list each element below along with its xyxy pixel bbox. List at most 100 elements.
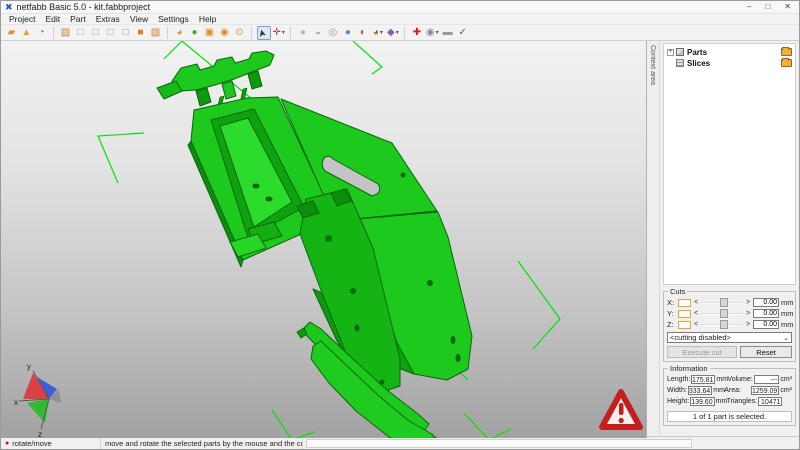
slider-increase-z[interactable]: > (745, 321, 751, 328)
menu-part[interactable]: Part (65, 14, 91, 25)
context-tab-label: Context area (649, 45, 656, 86)
add-part-button[interactable]: ✚ (410, 26, 424, 40)
select-tool-icon: ➤ (256, 27, 270, 39)
apply-repair-button[interactable]: ✓ (456, 26, 470, 40)
menu-settings[interactable]: Settings (153, 14, 194, 25)
menu-view[interactable]: View (125, 14, 153, 25)
slider-decrease-x[interactable]: < (693, 299, 699, 306)
menu-help[interactable]: Help (194, 14, 221, 25)
parts-icon (676, 48, 684, 56)
menu-project[interactable]: Project (4, 14, 40, 25)
shell-select-button[interactable]: ● (296, 26, 310, 40)
shading-mode-button[interactable]: ◕ ▾ (371, 26, 385, 40)
minimize-button[interactable]: – (747, 3, 751, 11)
slider-handle[interactable] (719, 298, 728, 307)
view-right-icon: □ (122, 26, 129, 38)
select-tool-button[interactable]: ➤ (256, 25, 271, 40)
open-folder-icon[interactable] (781, 47, 792, 56)
maximize-button[interactable]: □ (765, 3, 770, 11)
record-dot-icon: ● (5, 439, 10, 447)
menubar: Project Edit Part Extras View Settings Help (1, 14, 799, 25)
open-project-icon: ▰ (7, 26, 16, 38)
view-back-button[interactable]: □ (89, 26, 103, 40)
info-label-length: Length: (667, 376, 691, 383)
cut-plane-toggle-y[interactable] (678, 309, 691, 318)
remove-part-icon: ▬ (442, 26, 453, 38)
slider-increase-y[interactable]: > (745, 310, 751, 317)
axis-label-z: z (38, 430, 42, 437)
repair-part-icon: ▲ (21, 26, 32, 38)
platform-view-button[interactable]: ◔ (35, 26, 49, 40)
open-folder-icon[interactable] (781, 58, 792, 67)
measure-tool-icon: ◆ (387, 26, 395, 38)
view-front-button[interactable]: □ (74, 26, 88, 40)
3d-scene[interactable] (1, 41, 647, 438)
dropdown-arrow-icon[interactable]: ▾ (282, 29, 285, 36)
highlight-errors-button[interactable]: ◐ (356, 26, 370, 40)
cut-value-input-y[interactable] (753, 309, 779, 318)
information-rows: Length: 175.81 mm Volume: --- cm³ Width: 333.64… (667, 374, 792, 407)
cut-row-y: Y: < > mm (667, 308, 794, 319)
dropdown-arrow-icon[interactable]: ▾ (436, 29, 439, 36)
model-3d[interactable] (156, 50, 473, 438)
parts-tree: + Parts Slices (663, 43, 796, 285)
zoom-window-button[interactable]: ◉ (218, 26, 232, 40)
move-rotate-tool-icon: ✛ (272, 26, 281, 38)
zoom-to-parts-button[interactable]: ◕ (173, 26, 187, 40)
view-isometric-button[interactable]: ▧ (59, 26, 73, 40)
slider-decrease-y[interactable]: < (693, 310, 699, 317)
cutting-mode-select[interactable]: <cutting disabled> ⌄ (667, 332, 792, 343)
reset-button[interactable]: Reset (740, 346, 792, 358)
remove-part-button[interactable]: ▬ (441, 26, 455, 40)
execute-cut-button[interactable]: Execute cut (667, 346, 737, 358)
open-project-button[interactable]: ▰ (5, 26, 19, 40)
statusbar-message: move and rotate the selected parts by th… (101, 437, 303, 449)
3d-viewport[interactable]: y x z (1, 41, 647, 438)
slider-decrease-z[interactable]: < (693, 321, 699, 328)
zoom-window-icon: ◉ (220, 26, 229, 38)
cut-slider-y[interactable] (701, 309, 743, 318)
zoom-in-button[interactable]: ⊙ (233, 26, 247, 40)
slider-handle[interactable] (719, 309, 728, 318)
menu-extras[interactable]: Extras (91, 14, 125, 25)
dropdown-arrow-icon[interactable]: ▾ (396, 29, 399, 36)
context-tabstrip[interactable]: Context area (647, 41, 660, 436)
cut-value-input-x[interactable] (753, 298, 779, 307)
triangle-select-button[interactable]: ◎ (326, 26, 340, 40)
info-value-triangles: 10471 (758, 397, 783, 406)
view-bottom-button[interactable]: ▨ (149, 26, 163, 40)
repair-script-button[interactable]: ◉ ▾ (425, 26, 440, 40)
move-rotate-tool-button[interactable]: ✛ ▾ (272, 26, 286, 40)
slider-increase-x[interactable]: > (745, 299, 751, 306)
highlight-errors-icon: ◐ (359, 26, 366, 38)
measure-tool-button[interactable]: ◆ ▾ (386, 26, 400, 40)
cut-buttons: Execute cut Reset (667, 346, 792, 358)
zoom-box-button[interactable]: ▣ (203, 26, 217, 40)
repair-part-button[interactable]: ▲ (20, 26, 34, 40)
cut-slider-z[interactable] (701, 320, 743, 329)
platform-view-icon: ◔ (38, 26, 45, 38)
dropdown-arrow-icon[interactable]: ▾ (380, 29, 383, 36)
cut-slider-x[interactable] (701, 298, 743, 307)
cut-plane-toggle-z[interactable] (678, 320, 691, 329)
cut-plane-toggle-x[interactable] (678, 298, 691, 307)
cuts-group-title: Cuts (668, 287, 688, 296)
view-right-button[interactable]: □ (119, 26, 133, 40)
tree-item-parts[interactable]: + Parts (665, 47, 794, 57)
view-left-button[interactable]: □ (104, 26, 118, 40)
mesh-view-button[interactable]: ● (341, 26, 355, 40)
zoom-to-parts-icon: ◕ (176, 26, 183, 38)
close-button[interactable]: ✕ (784, 3, 791, 11)
warning-icon[interactable] (597, 387, 645, 434)
information-group: Information Length: 175.81 mm Volume: --- cm³… (663, 364, 796, 426)
expander-icon[interactable]: + (667, 48, 674, 56)
view-top-button[interactable]: ■ (134, 26, 148, 40)
cut-value-input-z[interactable] (753, 320, 779, 329)
slider-handle[interactable] (719, 320, 728, 329)
cut-row-x: X: < > mm (667, 297, 794, 308)
surface-select-button[interactable]: ◒ (311, 26, 325, 40)
zoom-to-selection-button[interactable]: ● (188, 26, 202, 40)
tree-item-slices[interactable]: Slices (665, 58, 794, 68)
menu-edit[interactable]: Edit (40, 14, 65, 25)
